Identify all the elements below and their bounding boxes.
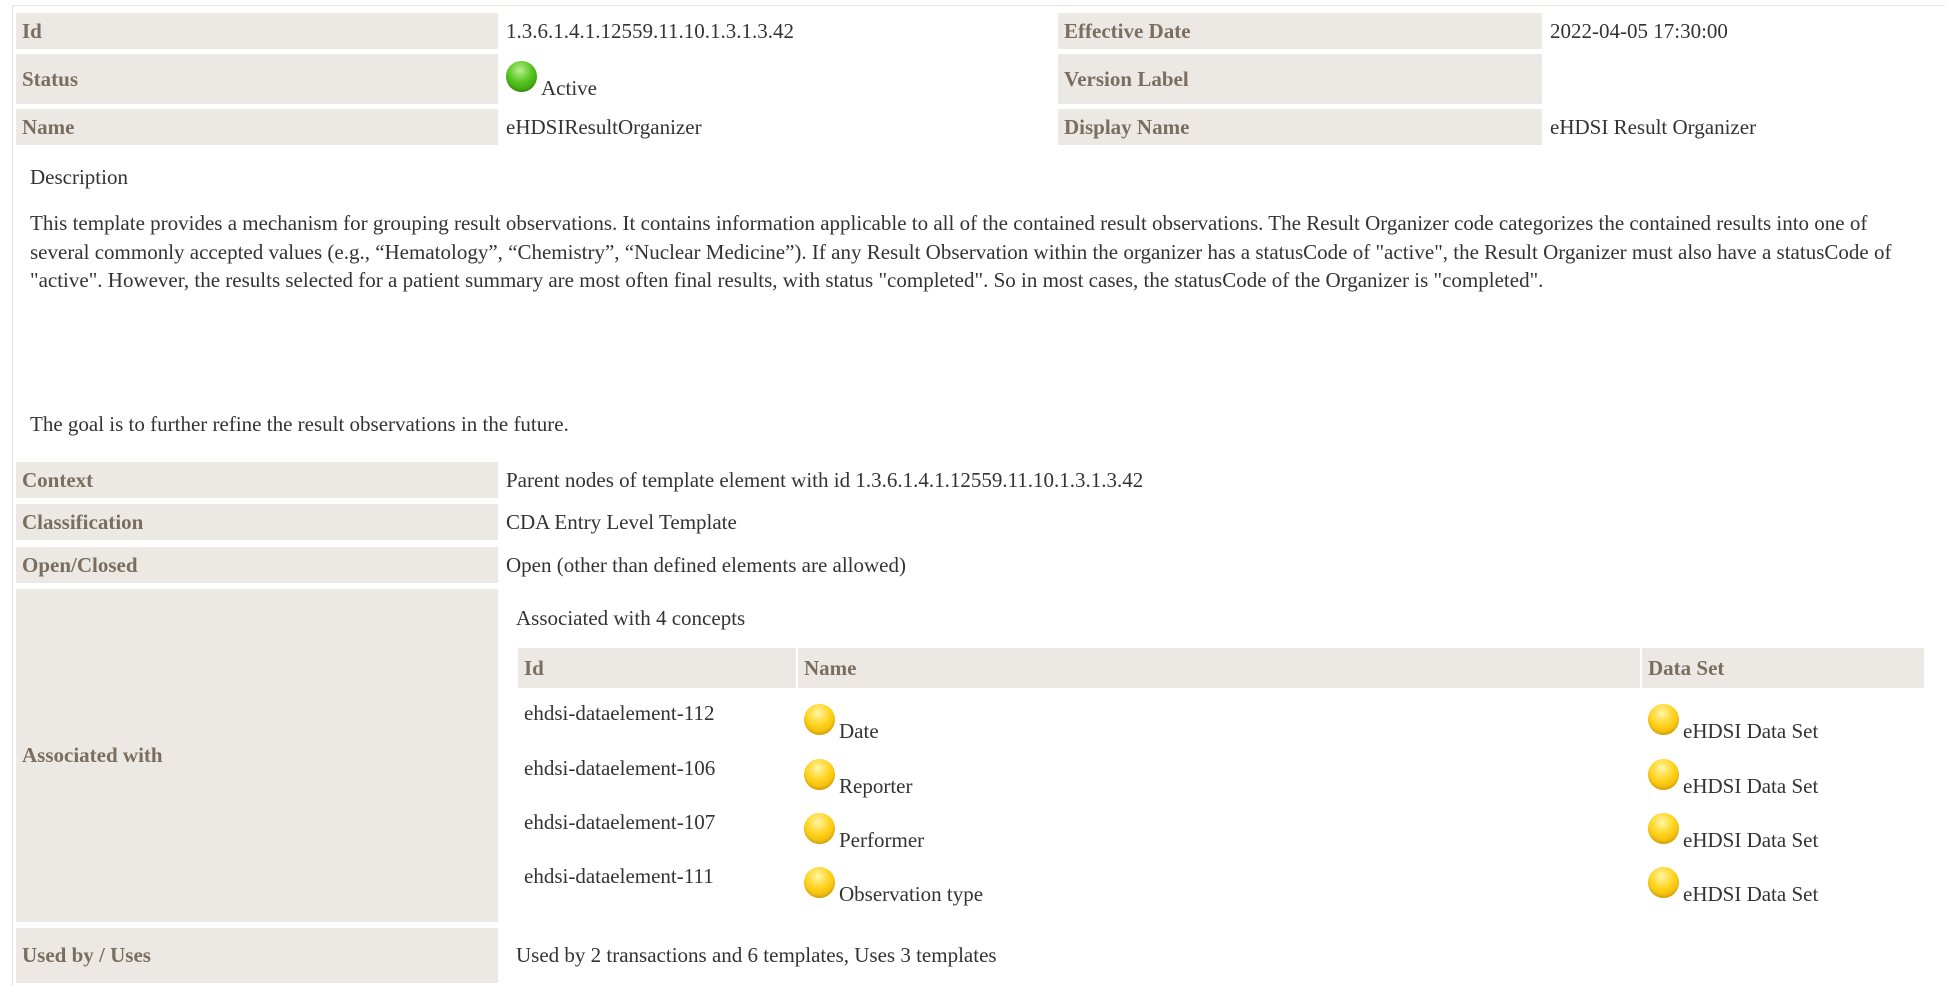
- column-header-name: Name: [798, 648, 1640, 688]
- concept-name-cell[interactable]: Date: [798, 696, 1398, 746]
- concept-id: ehdsi-dataelement-111: [524, 863, 714, 888]
- concept-status-icon: [804, 758, 835, 790]
- id-label: Id: [16, 13, 498, 49]
- effective-date-label: Effective Date: [1058, 13, 1542, 49]
- column-header-dataset: Data Set: [1642, 648, 1924, 688]
- context-value: Parent nodes of template element with id…: [506, 467, 1144, 492]
- concept-name[interactable]: Observation type: [839, 882, 983, 907]
- dataset-status-icon: [1648, 812, 1679, 844]
- concept-id: ehdsi-dataelement-112: [524, 700, 715, 725]
- column-header-id: Id: [518, 648, 796, 688]
- description-goal: The goal is to further refine the result…: [30, 412, 569, 436]
- display-name-label: Display Name: [1058, 109, 1542, 145]
- version-label-label: Version Label: [1058, 54, 1542, 104]
- concept-name[interactable]: Performer: [839, 828, 924, 853]
- concept-name-cell[interactable]: Observation type: [798, 859, 1398, 909]
- concept-name[interactable]: Reporter: [839, 774, 912, 799]
- name-label: Name: [16, 109, 498, 145]
- concept-dataset-cell[interactable]: eHDSI Data Set: [1642, 751, 1924, 801]
- concept-dataset-cell[interactable]: eHDSI Data Set: [1642, 805, 1924, 855]
- concept-id: ehdsi-dataelement-107: [524, 809, 716, 834]
- concept-dataset[interactable]: eHDSI Data Set: [1683, 882, 1818, 907]
- description-heading: Description: [30, 165, 128, 189]
- concept-name-cell[interactable]: Reporter: [798, 751, 1398, 801]
- concept-dataset[interactable]: eHDSI Data Set: [1683, 719, 1818, 744]
- concept-id: ehdsi-dataelement-106: [524, 755, 716, 780]
- concept-dataset[interactable]: eHDSI Data Set: [1683, 774, 1818, 799]
- concept-name-cell[interactable]: Performer: [798, 805, 1398, 855]
- display-name-value: eHDSI Result Organizer: [1550, 114, 1757, 139]
- dataset-status-icon: [1648, 703, 1679, 735]
- context-label: Context: [16, 462, 498, 498]
- classification-value: CDA Entry Level Template: [506, 509, 737, 534]
- name-value: eHDSIResultOrganizer: [506, 114, 702, 139]
- concept-dataset-cell[interactable]: eHDSI Data Set: [1642, 859, 1924, 909]
- concept-status-icon: [804, 812, 835, 844]
- description-body: This template provides a mechanism for g…: [30, 211, 1892, 292]
- concept-status-icon: [804, 866, 835, 898]
- active-status-icon: [506, 60, 537, 92]
- used-by-label: Used by / Uses: [16, 928, 498, 983]
- concept-status-icon: [804, 703, 835, 735]
- concept-dataset-cell[interactable]: eHDSI Data Set: [1642, 696, 1924, 746]
- associated-with-label: Associated with: [16, 589, 498, 922]
- associations-summary: Associated with 4 concepts: [516, 605, 746, 630]
- status-value: Active: [541, 75, 597, 100]
- open-closed-value: Open (other than defined elements are al…: [506, 552, 906, 577]
- concept-name[interactable]: Date: [839, 719, 879, 744]
- open-closed-label: Open/Closed: [16, 547, 498, 583]
- status-label: Status: [16, 54, 498, 104]
- version-label-value: [1544, 54, 1944, 104]
- dataset-status-icon: [1648, 866, 1679, 898]
- status-value-cell: Active: [500, 54, 1056, 104]
- concept-dataset[interactable]: eHDSI Data Set: [1683, 828, 1818, 853]
- used-by-value[interactable]: Used by 2 transactions and 6 templates, …: [510, 928, 1944, 983]
- classification-label: Classification: [16, 504, 498, 540]
- id-value: 1.3.6.1.4.1.12559.11.10.1.3.1.3.42: [506, 18, 794, 43]
- effective-date-value: 2022-04-05 17:30:00: [1550, 18, 1728, 43]
- dataset-status-icon: [1648, 758, 1679, 790]
